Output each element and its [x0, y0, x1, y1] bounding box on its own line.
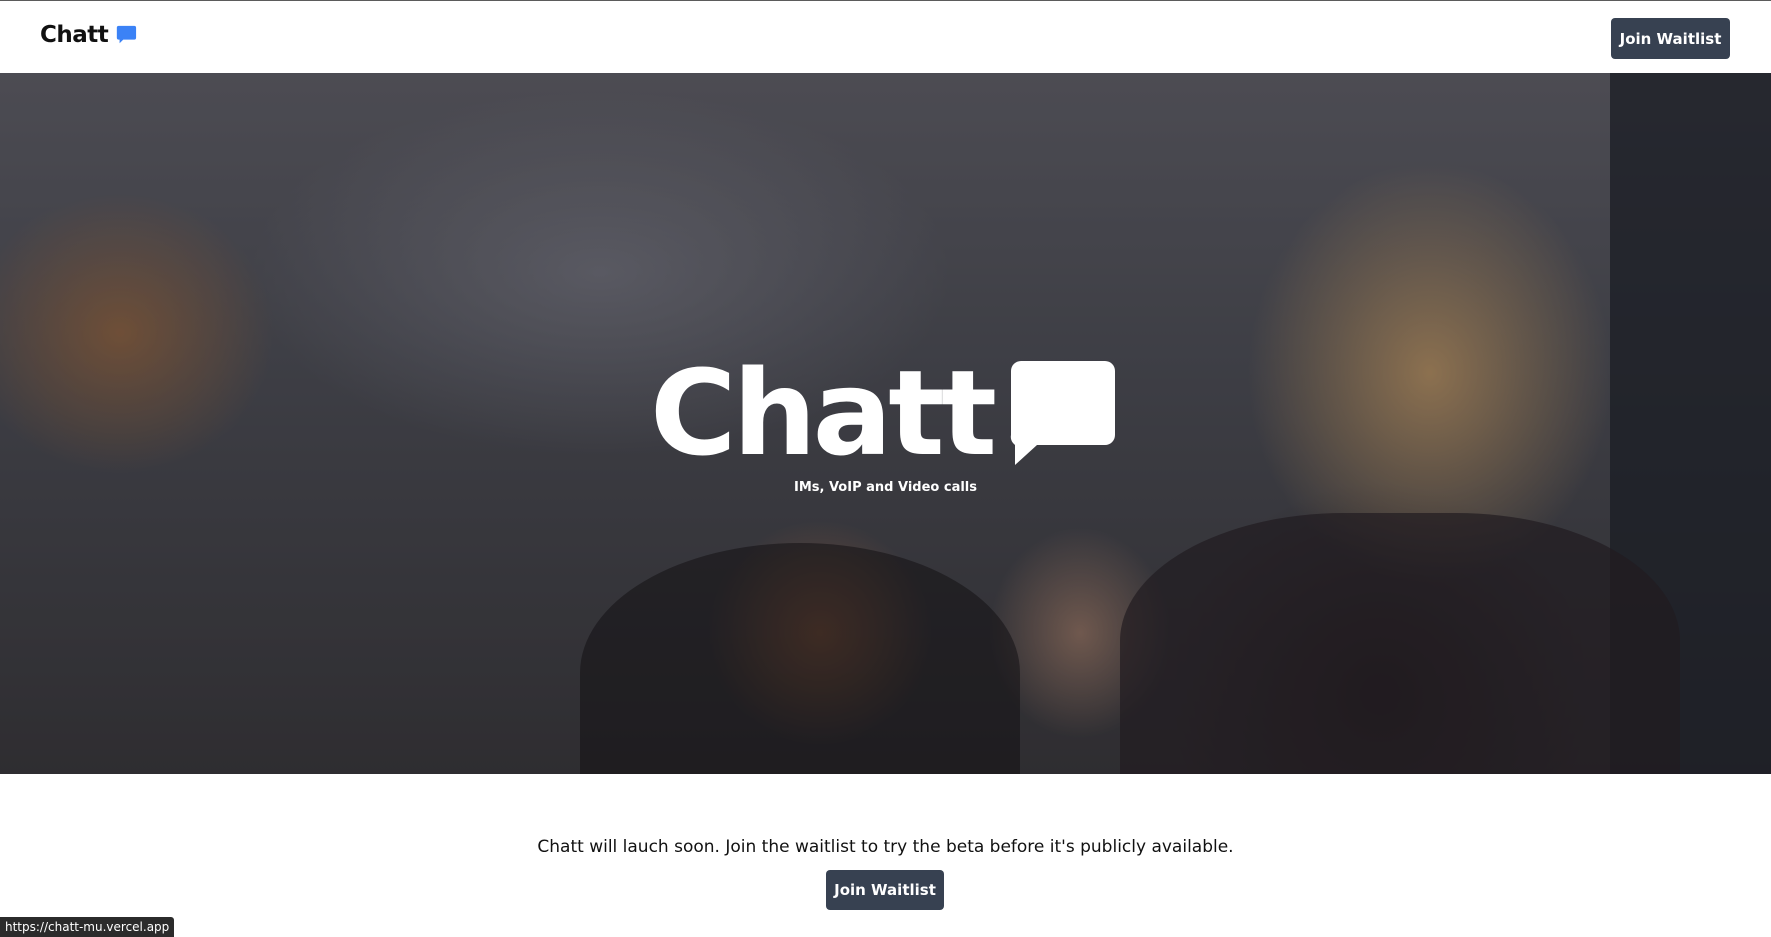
logo[interactable]: Chatt — [40, 22, 137, 48]
chat-bubble-icon — [117, 25, 137, 44]
logo-text: Chatt — [40, 22, 109, 48]
cta-description: Chatt will lauch soon. Join the waitlist… — [537, 837, 1234, 857]
speech-bubble-icon — [1010, 361, 1116, 465]
join-waitlist-button-main[interactable]: Join Waitlist — [826, 870, 944, 910]
hero-brand: Chatt — [650, 354, 1120, 472]
status-bar-url: https://chatt-mu.vercel.app — [0, 917, 175, 937]
join-waitlist-button-header[interactable]: Join Waitlist — [1611, 18, 1730, 59]
site-header: Chatt Join Waitlist — [0, 0, 1771, 73]
hero-banner: Chatt IMs, VoIP and Video calls — [0, 73, 1771, 774]
hero-tagline: IMs, VoIP and Video calls — [793, 480, 977, 495]
hero-title: Chatt — [650, 344, 997, 482]
